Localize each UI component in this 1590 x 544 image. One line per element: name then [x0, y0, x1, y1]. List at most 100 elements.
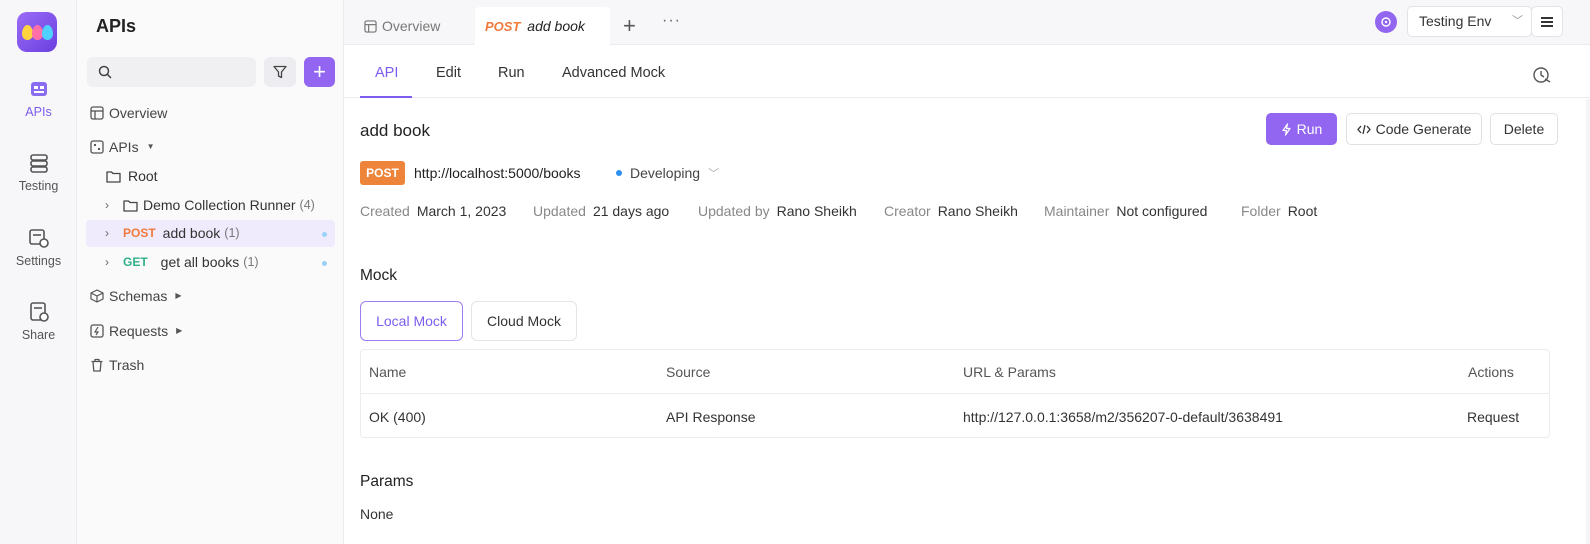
- environment-label: Testing Env: [1419, 13, 1492, 29]
- code-icon: [1356, 124, 1371, 134]
- nav-label: Schemas: [109, 288, 168, 304]
- status-select[interactable]: Developing ﹀: [616, 165, 719, 181]
- menu-button[interactable]: [1531, 6, 1563, 37]
- delete-button[interactable]: Delete: [1490, 113, 1558, 145]
- tree-root-label: Root: [128, 168, 158, 184]
- env-sync-icon[interactable]: [1375, 11, 1397, 33]
- rail-testing[interactable]: Testing: [0, 152, 77, 193]
- nav-label: APIs: [109, 139, 139, 155]
- mock-table: Name Source URL & Params Actions OK (400…: [360, 349, 1550, 438]
- filter-icon: [273, 65, 287, 79]
- folder-icon: [123, 200, 138, 212]
- overview-icon: [364, 19, 377, 33]
- environment-select[interactable]: Testing Env ﹀: [1407, 6, 1532, 37]
- rail-label: Testing: [18, 179, 59, 193]
- caret-right-icon: ▶: [176, 326, 183, 335]
- tree-item-get-all-books[interactable]: › GET get all books (1): [86, 249, 335, 276]
- nav-overview[interactable]: Overview: [90, 102, 167, 124]
- nav-apis[interactable]: APIs ▼: [90, 136, 155, 158]
- mock-section-title: Mock: [360, 267, 398, 284]
- nav-label: Overview: [109, 105, 168, 121]
- main-content: add book Run Code Generate Delete POST h…: [344, 99, 1590, 544]
- scrollbar[interactable]: [1586, 99, 1590, 544]
- tab-method: POST: [485, 19, 521, 34]
- search-icon: [98, 65, 112, 79]
- rail-apis[interactable]: APIs: [0, 78, 77, 119]
- tab-overview[interactable]: Overview: [364, 7, 440, 45]
- mock-source: API Response: [666, 409, 756, 425]
- subtab-run[interactable]: Run: [498, 65, 525, 81]
- tree-root[interactable]: Root: [86, 163, 335, 190]
- add-button[interactable]: +: [304, 57, 335, 87]
- item-label: add book: [162, 225, 221, 241]
- run-button[interactable]: Run: [1266, 113, 1337, 145]
- method-label: GET: [123, 255, 148, 269]
- trash-icon: [91, 358, 103, 372]
- nav-requests[interactable]: Requests ▶: [90, 320, 182, 342]
- subtab-edit[interactable]: Edit: [436, 65, 461, 81]
- request-link[interactable]: Request: [1467, 409, 1519, 425]
- filter-button[interactable]: [264, 57, 296, 87]
- mock-name: OK (400): [369, 409, 426, 425]
- status-dot: [322, 232, 327, 237]
- apis-icon: [30, 82, 47, 96]
- tab-local-mock[interactable]: Local Mock: [360, 301, 463, 341]
- api-title: add book: [360, 121, 430, 140]
- subtab-advanced-mock[interactable]: Advanced Mock: [562, 65, 665, 81]
- status-dot: [616, 170, 622, 176]
- cube-icon: [90, 289, 104, 303]
- tree-item-add-book[interactable]: › POST add book (1): [86, 220, 335, 247]
- nav-schemas[interactable]: Schemas ▶: [90, 285, 182, 307]
- chevron-down-icon: ﹀: [1512, 15, 1523, 27]
- folder-label: Demo Collection Runner: [143, 197, 296, 213]
- item-label: get all books: [160, 254, 240, 270]
- search-input[interactable]: [87, 57, 256, 87]
- sidebar-title: APIs: [96, 16, 137, 36]
- tab-cloud-mock[interactable]: Cloud Mock: [471, 301, 577, 341]
- folder-count: (4): [299, 198, 315, 212]
- chevron-right-icon: ›: [105, 198, 109, 212]
- overview-icon: [90, 106, 104, 120]
- table-header: Name Source URL & Params Actions: [361, 350, 1549, 394]
- tab-add-book[interactable]: POST add book: [475, 7, 610, 45]
- rail-share[interactable]: Share: [0, 301, 77, 342]
- column-header: Source: [666, 364, 711, 380]
- tab-label: add book: [527, 18, 585, 34]
- rail-label: APIs: [25, 105, 52, 119]
- testing-icon: [29, 154, 48, 173]
- code-generate-button[interactable]: Code Generate: [1346, 113, 1482, 145]
- item-count: (1): [224, 226, 240, 240]
- meta-updated-by: Updated by Rano Sheikh: [698, 203, 857, 219]
- rail-label: Settings: [15, 254, 62, 268]
- apis-small-icon: [90, 140, 104, 154]
- column-header: Actions: [1468, 364, 1514, 380]
- subtab-api[interactable]: API: [375, 65, 398, 81]
- requests-icon: [90, 324, 104, 338]
- rail-settings[interactable]: Settings: [0, 227, 77, 268]
- folder-icon: [106, 171, 121, 183]
- mock-url[interactable]: http://127.0.0.1:3658/m2/356207-0-defaul…: [963, 409, 1283, 425]
- active-tab-indicator: [360, 96, 412, 98]
- method-badge: POST: [360, 161, 405, 185]
- run-label: Run: [1296, 121, 1323, 137]
- tree-folder[interactable]: › Demo Collection Runner (4): [86, 192, 335, 219]
- meta-created: Created March 1, 2023: [360, 203, 507, 219]
- params-section-title: Params: [360, 473, 414, 490]
- column-header: Name: [369, 364, 407, 380]
- caret-right-icon: ▶: [175, 291, 182, 300]
- column-header: URL & Params: [963, 364, 1056, 380]
- sub-tabs: API Edit Run Advanced Mock: [344, 45, 1590, 98]
- tab-label: Overview: [382, 18, 441, 34]
- app-logo: [17, 12, 57, 52]
- lightning-icon: [1282, 122, 1291, 136]
- nav-trash[interactable]: Trash: [90, 354, 144, 376]
- new-tab-button[interactable]: +: [623, 13, 636, 39]
- meta-creator: Creator Rano Sheikh: [884, 203, 1018, 219]
- caret-down-icon: ▼: [146, 142, 155, 151]
- share-icon: [29, 302, 49, 322]
- history-icon[interactable]: [1532, 65, 1552, 85]
- more-tabs-button[interactable]: ···: [662, 12, 681, 30]
- rail-label: Share: [21, 328, 56, 342]
- status-label: Developing: [630, 165, 701, 181]
- settings-icon: [28, 229, 49, 248]
